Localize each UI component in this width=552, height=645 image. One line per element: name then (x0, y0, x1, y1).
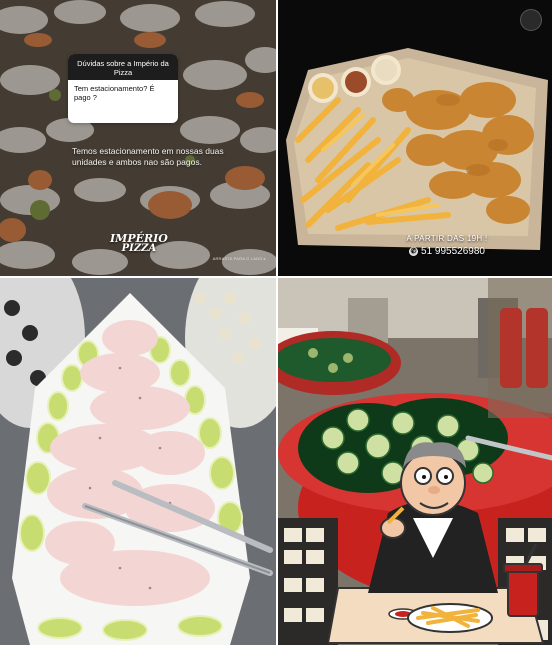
faq-card-question: Tem estacionamento? É pago ? (74, 84, 155, 102)
swipe-hint: ARRASTA PARA O LADO ▸ (212, 256, 266, 261)
logo-badge-icon (520, 9, 542, 31)
story-faq-photo: Dúvidas sobre a Império da Pizza Tem est… (0, 0, 276, 276)
faq-answer-text: Temos estacionamento em nossas duas unid… (72, 146, 224, 167)
promo-phone-number: 51 995526980 (421, 246, 485, 257)
promo-phone-row: ✆ 51 995526980 (382, 246, 512, 257)
whatsapp-icon: ✆ (409, 247, 419, 256)
faq-card-header: Dúvidas sobre a Império da Pizza (68, 54, 178, 80)
cucumber-salad-buffet-photo (278, 278, 552, 645)
carpaccio-platter (0, 278, 276, 645)
carpaccio-platter-photo (0, 278, 276, 645)
promo-time: A PARTIR DAS 19H ! (406, 234, 488, 243)
imperio-pizza-logo: IMPÉRIO PIZZA (110, 233, 168, 254)
brand-line-2: PIZZA (121, 243, 157, 254)
faq-question-card: Dúvidas sobre a Império da Pizza Tem est… (68, 54, 178, 123)
cartoon-man-eating-fries-icon (328, 442, 545, 644)
promo-fries-chicken-photo: A PARTIR DAS 19H ! ✆ 51 995526980 (278, 0, 552, 276)
